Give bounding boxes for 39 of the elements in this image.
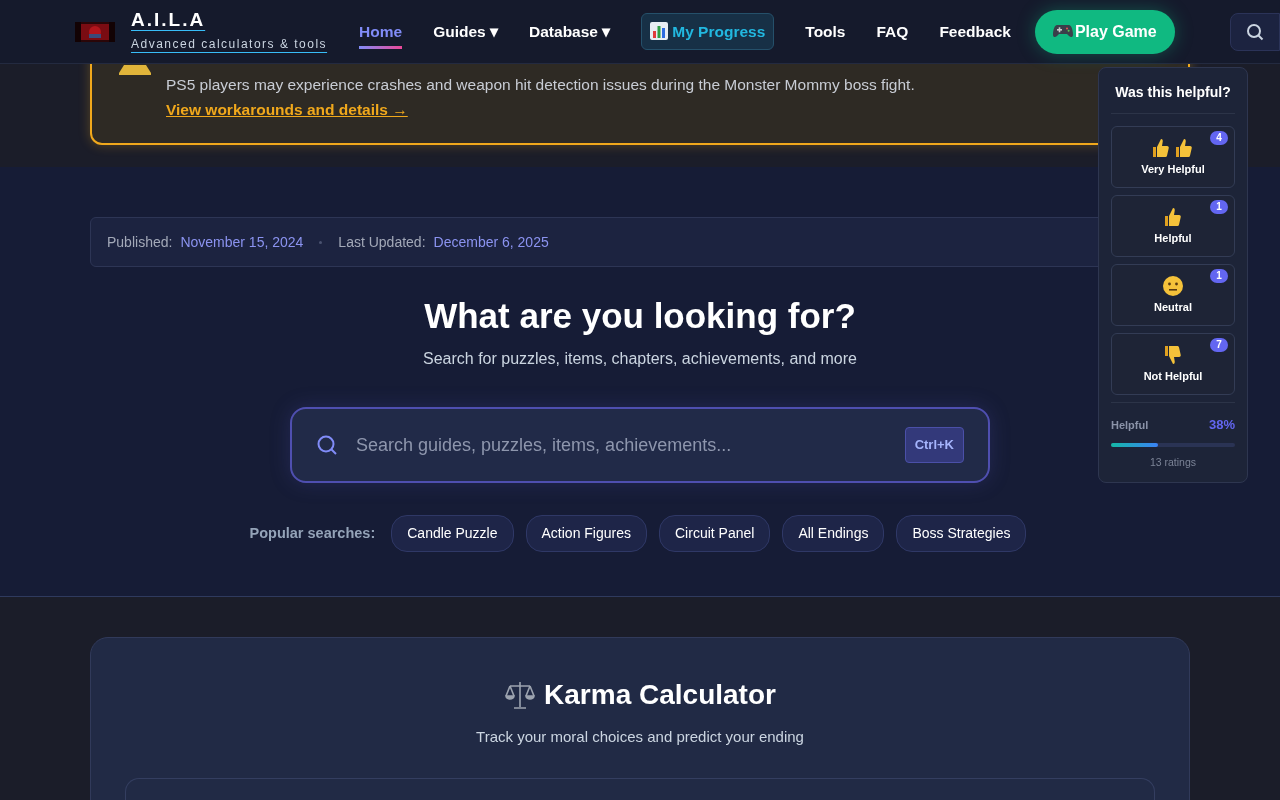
rating-option[interactable]: Neutral 1: [1111, 264, 1235, 326]
popular-label: Popular searches:: [249, 523, 376, 543]
calculator-subtitle: Track your moral choices and predict your ending: [475, 726, 805, 747]
helpful-percent: 38%: [1208, 416, 1235, 434]
search-tag[interactable]: Circuit Panel: [659, 515, 771, 552]
stat-label: Helpful: [1111, 417, 1149, 433]
count-badge: 1: [1210, 200, 1228, 214]
rating-option[interactable]: Helpful 1: [1111, 195, 1235, 257]
nav-link[interactable]: Feedback: [939, 13, 1011, 50]
count-badge: 7: [1210, 338, 1228, 352]
updated-date: December 6, 2025: [433, 232, 549, 252]
published-date: November 15, 2024: [180, 232, 304, 252]
search-tag[interactable]: All Endings: [782, 515, 885, 552]
search-tag[interactable]: Boss Strategies: [896, 515, 1027, 552]
calculator-title: Karma Calculator: [544, 678, 776, 712]
alert-link[interactable]: View workarounds and details →: [166, 101, 408, 118]
site-title[interactable]: A.I.L.A: [131, 10, 328, 31]
count-badge: 1: [1210, 269, 1228, 283]
alert-message: PS5 players may experience crashes and weapon hit detection issues during the Monster Mommy boss fight. View workarounds and details →: [166, 75, 916, 120]
nav-link[interactable]: FAQ: [876, 13, 909, 50]
feedback-title: Was this helpful?: [1111, 82, 1235, 114]
nav-dropdown[interactable]: Guides ▾: [433, 13, 499, 50]
site-tagline[interactable]: Advanced calculators & tools: [131, 34, 328, 53]
nav-dropdown[interactable]: Database ▾: [529, 13, 611, 50]
search-field[interactable]: Search guides, puzzles, items, achievements... Ctrl+K: [290, 407, 990, 483]
rating-option[interactable]: Very Helpful 4: [1111, 126, 1235, 188]
search-tag[interactable]: Candle Puzzle: [391, 515, 514, 552]
ratings-count: 13 ratings: [1148, 454, 1198, 470]
rating-option[interactable]: Not Helpful 7: [1111, 333, 1235, 395]
published-label: Published:: [107, 232, 173, 252]
count-badge: 4: [1210, 131, 1228, 145]
nav-link[interactable]: My Progress: [641, 12, 775, 51]
updated-label: Last Updated:: [338, 232, 426, 252]
search-input[interactable]: Search guides, puzzles, items, achievements...: [354, 430, 889, 460]
search-tag[interactable]: Action Figures: [525, 515, 647, 552]
nav-link[interactable]: Tools: [805, 13, 846, 50]
shortcut-key: Ctrl+K: [904, 427, 964, 463]
hero-title: What are you looking for?: [424, 295, 856, 337]
hero-subtitle: Search for puzzles, items, chapters, achievements, and more: [423, 349, 857, 369]
